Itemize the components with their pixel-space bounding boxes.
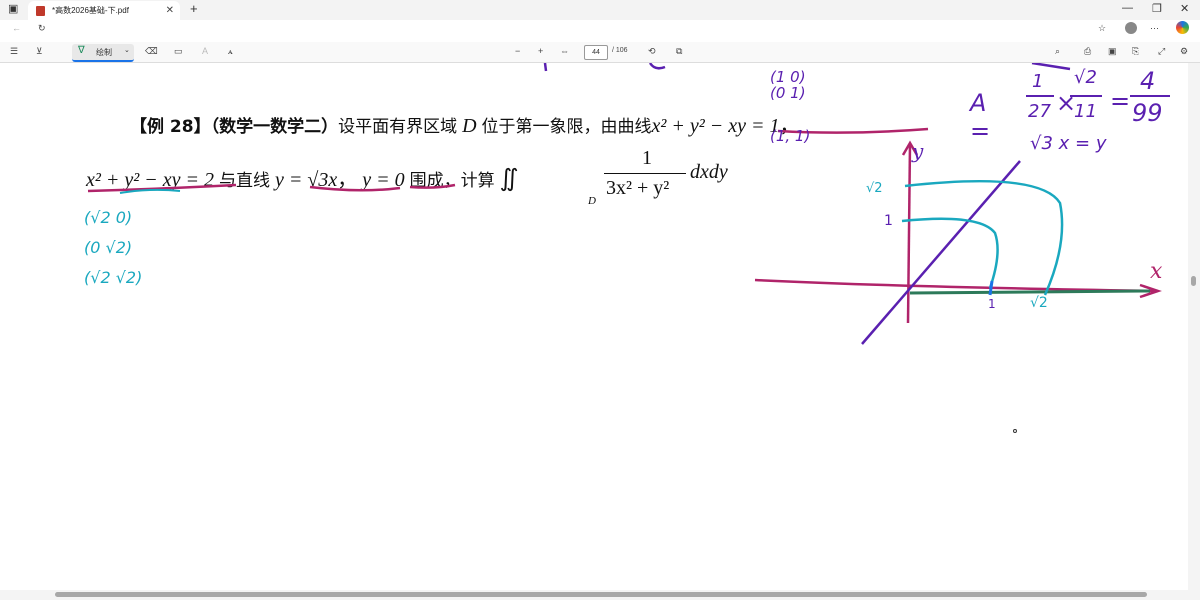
new-tab-button[interactable]: +: [190, 1, 198, 16]
page-total: / 106: [612, 47, 628, 54]
ink-area-den2: 11: [1074, 101, 1097, 122]
y-axis: [906, 142, 912, 324]
chevron-down-icon: ⌄: [124, 47, 130, 54]
horizontal-scroll-thumb[interactable]: [55, 592, 1147, 597]
ink-point: (1 0): [770, 68, 806, 86]
tab-title: *高数2026基础-下.pdf: [52, 6, 129, 15]
ink-y-label: y: [912, 139, 924, 163]
ink-points-2: (√2 0) (0 √2) (√2 √2): [84, 203, 142, 293]
save-icon[interactable]: ▣: [1108, 46, 1117, 57]
close-window-icon[interactable]: ✕: [1180, 2, 1189, 15]
ink-x-sqrt2: √2: [1030, 295, 1048, 311]
back-icon[interactable]: ←: [12, 23, 21, 33]
outer-curve: [904, 179, 1064, 296]
print-icon[interactable]: ⎙: [1084, 46, 1091, 57]
eraser-icon[interactable]: ⌫: [145, 46, 158, 57]
page-number-input[interactable]: 44: [584, 45, 608, 60]
ink-dot: [1013, 429, 1017, 433]
text-format-icon[interactable]: A: [202, 46, 208, 56]
ink-y-one: 1: [884, 213, 893, 229]
avatar[interactable]: [1125, 22, 1137, 34]
ink-y-sqrt2: √2: [866, 181, 883, 196]
fullscreen-icon[interactable]: ⤢: [1158, 46, 1165, 57]
favorite-icon[interactable]: ☆: [1098, 23, 1106, 34]
read-aloud-icon[interactable]: ꭺ: [228, 46, 233, 57]
pdf-toolbar: ☰ ⊻ ∇ 绘制 ⌄ ⌫ ▭ A ꭺ − + ⇔ 44 / 106 ⟲ ⧉ ⌕ …: [0, 42, 1200, 63]
pdf-icon: [36, 6, 45, 16]
underline-line-1: [309, 185, 401, 192]
rotate-icon[interactable]: ⟲: [648, 46, 656, 57]
ink-point: (1, 1): [770, 127, 811, 145]
zoom-in-icon[interactable]: +: [538, 46, 543, 56]
pdf-page: 【例 28】（数学一数学二）设平面有界区域 D 位于第一象限，由曲线x² + y…: [0, 63, 1188, 590]
text-box-icon[interactable]: ▭: [174, 46, 183, 57]
close-tab-icon[interactable]: ✕: [166, 1, 174, 20]
ink-stroke: [648, 63, 666, 70]
minimize-icon[interactable]: —: [1122, 2, 1133, 14]
ink-frac-bar: [1026, 95, 1054, 97]
menu-icon[interactable]: ⋯: [1150, 23, 1159, 34]
zoom-out-icon[interactable]: −: [515, 46, 520, 56]
settings-icon[interactable]: ⚙: [1180, 46, 1188, 57]
page-view-icon[interactable]: ⧉: [676, 46, 682, 57]
reload-icon[interactable]: ↻: [38, 23, 46, 34]
ink-line-label: √3 x = y: [1030, 133, 1107, 154]
x-axis-segment: [909, 289, 1151, 295]
ink-points-1: (1 0) (0 1) (1, 1): [770, 69, 810, 144]
address-row: ← ↻ ⌕ 1 ☆ ⋯: [0, 20, 1200, 58]
ink-area-den3: 99: [1132, 99, 1163, 127]
ink-frac-bar: [1070, 95, 1102, 97]
tab-pdf[interactable]: *高数2026基础-下.pdf ✕: [28, 1, 180, 20]
ink-area-den1: 27: [1028, 101, 1051, 122]
ink-x-one: 1: [988, 297, 996, 311]
ink-area-lhs: A =: [970, 89, 991, 145]
ink-area-num3: 4: [1140, 67, 1156, 95]
maximize-icon[interactable]: ❐: [1152, 2, 1162, 15]
inner-curve: [901, 217, 999, 289]
vertical-scrollbar[interactable]: [1188, 63, 1200, 590]
ink-area-eq: =: [1110, 87, 1131, 115]
ink-point: (0 √2): [84, 238, 133, 257]
contents-icon[interactable]: ☰: [10, 46, 18, 57]
filter-icon[interactable]: ⊻: [36, 46, 43, 57]
ink-annotations: [87, 63, 1162, 433]
copilot-icon[interactable]: [1176, 21, 1189, 34]
search-pdf-icon[interactable]: ⌕: [1055, 46, 1060, 57]
tab-bar: ▣ *高数2026基础-下.pdf ✕ + — ❐ ✕: [0, 0, 1200, 20]
ink-point: (0 1): [770, 84, 806, 102]
ink-stroke: [543, 63, 548, 72]
draw-icon: ∇: [78, 45, 85, 56]
ink-point: (√2 √2): [84, 268, 143, 287]
draw-label: 绘制: [96, 48, 112, 57]
ink-area-num1: 1: [1032, 71, 1044, 92]
ink-area-num2: √2: [1074, 67, 1097, 88]
ink-point: (√2 0): [84, 208, 133, 227]
save-as-icon[interactable]: ⎘: [1132, 46, 1139, 57]
ink-stroke: [1031, 63, 1071, 71]
vertical-scroll-thumb[interactable]: [1191, 276, 1196, 286]
draw-button[interactable]: ∇ 绘制 ⌄: [72, 44, 134, 62]
tick-mark: [988, 280, 994, 296]
ink-x-label: x: [1150, 259, 1163, 284]
tab-actions-icon[interactable]: ▣: [8, 2, 18, 15]
fit-page-icon[interactable]: ⇔: [560, 46, 569, 56]
x-axis: [754, 278, 1159, 293]
ink-frac-bar: [1130, 95, 1170, 97]
underline-line-2: [409, 183, 456, 189]
